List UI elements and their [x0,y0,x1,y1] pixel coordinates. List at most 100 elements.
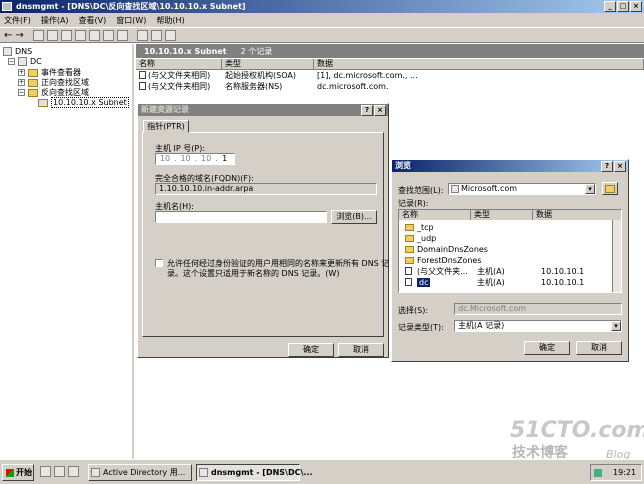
cancel-button[interactable]: 取消 [576,341,622,355]
column-data[interactable]: 数据 [314,59,644,70]
dialog-close-button[interactable]: × [614,161,626,172]
records-label: 记录(R): [398,199,429,208]
quicklaunch-icon[interactable] [68,466,79,477]
export-icon[interactable] [102,29,114,41]
table-row[interactable]: (与父文件夹相同) 名称服务器(NS) dc.microsoft.com. [136,81,514,92]
record-icon [139,71,146,79]
folder-icon [405,223,414,231]
task-active-directory[interactable]: Active Directory 用... [88,464,192,481]
column-data[interactable]: 数据 [533,210,611,220]
collapse-icon[interactable]: − [8,58,15,65]
console-tree: DNS − DC + 事件查看器 + 正向查找区域 − 反向查找区域 10.10… [0,44,134,459]
expand-icon[interactable]: + [18,79,25,86]
menu-file[interactable]: 文件(F) [4,15,31,26]
domain-icon [451,185,459,193]
zone-icon[interactable] [164,29,176,41]
folder-icon [405,234,414,242]
column-name[interactable]: 名称 [399,210,471,220]
folder-icon [28,78,38,87]
help-button[interactable]: ? [361,105,373,116]
menu-action[interactable]: 操作(A) [41,15,69,26]
menu-help[interactable]: 帮助(H) [156,15,184,26]
cancel-button[interactable]: 取消 [338,343,384,357]
refresh-icon[interactable] [88,29,100,41]
up-folder-button[interactable] [602,182,618,195]
selection-field: dc.Microsoft.com [454,303,622,315]
column-name[interactable]: 名称 [136,59,222,70]
tree-item-dns[interactable]: DNS [3,47,32,56]
dns-app-icon [2,2,12,11]
server-icon[interactable] [136,29,148,41]
selection-label: 选择(S): [398,306,429,315]
new-record-dialog: 新建资源记录 ? × 指针(PTR) 主机 IP 号(P): 10. 10. 1… [137,103,389,358]
list-item[interactable]: _udp [405,233,436,243]
browse-button[interactable]: 浏览(B)... [331,210,377,224]
list-item-selected[interactable]: dc 主机(A) 10.10.10.1 [405,277,584,287]
table-row[interactable]: (与父文件夹相同) 起始授权机构(SOA) [1], dc.microsoft.… [136,70,514,81]
zone-title: 10.10.10.x Subnet [144,46,227,56]
records-list[interactable]: 名称 类型 数据 _tcp _udp DomainDnsZones Forest… [398,209,622,293]
allow-update-text-2: 录。这个设置只适用于新名称的 DNS 记录。(W) [167,269,340,278]
collapse-icon[interactable]: − [18,89,25,96]
help-icon[interactable] [116,29,128,41]
tree-item-subnet[interactable]: 10.10.10.x Subnet [38,97,129,108]
column-type[interactable]: 类型 [471,210,533,220]
list-item[interactable]: DomainDnsZones [405,244,488,254]
column-type[interactable]: 类型 [222,59,314,70]
tab-ptr[interactable]: 指针(PTR) [143,120,189,133]
tab-panel: 主机 IP 号(P): 10. 10. 10. 1 完全合格的域名(FQDN)(… [142,132,389,337]
task-dnsmgmt[interactable]: dnsmgmt - [DNS\DC\... [196,464,313,481]
list-item[interactable]: _tcp [405,222,434,232]
scope-label: 查找范围(L): [398,186,444,195]
taskbar: 开始 Active Directory 用... dnsmgmt - [DNS\… [0,459,644,484]
chevron-down-icon[interactable]: ▾ [611,321,621,331]
record-icon [405,278,412,286]
record-type-select[interactable]: 主机(A 记录) ▾ [454,320,622,332]
ok-button[interactable]: 确定 [524,341,570,355]
menu-bar: 文件(F) 操作(A) 查看(V) 窗口(W) 帮助(H) [0,13,644,27]
window-title-bar[interactable]: dnsmgmt - [DNS\DC\反向查找区域\10.10.10.x Subn… [0,0,644,13]
menu-window[interactable]: 窗口(W) [116,15,146,26]
window-title: dnsmgmt - [DNS\DC\反向查找区域\10.10.10.x Subn… [16,2,246,11]
scope-select[interactable]: Microsoft.com ▾ [448,183,596,195]
help-button[interactable]: ? [601,161,613,172]
dns-icon [3,47,12,56]
ok-button[interactable]: 确定 [288,343,334,357]
list-item[interactable]: ForestDnsZones [405,255,481,265]
browse-title-bar[interactable]: 浏览 ? × [392,160,628,172]
zone-folder-icon [38,98,48,107]
minimize-button[interactable]: _ [604,1,616,12]
fqdn-field: 1.10.10.10.in-addr.arpa [155,183,377,195]
up-folder-icon[interactable] [32,29,44,41]
start-button[interactable]: 开始 [2,464,34,481]
maximize-button[interactable]: □ [617,1,629,12]
close-button[interactable]: × [630,1,642,12]
watermark-brand: 51CTO.com [510,418,644,443]
dialog-close-button[interactable]: × [374,105,386,116]
show-tree-icon[interactable] [46,29,58,41]
ip-address-input[interactable]: 10. 10. 10. 1 [155,153,235,165]
ad-icon [91,468,100,477]
hostname-input[interactable] [155,211,327,223]
back-icon[interactable]: ← [4,30,12,41]
network-icon[interactable] [594,469,602,477]
new-record-title-bar[interactable]: 新建资源记录 ? × [138,104,388,116]
list-item[interactable]: (与父文件夹... 主机(A) 10.10.10.1 [405,266,584,276]
forward-icon[interactable]: → [15,30,23,41]
vertical-scrollbar[interactable] [612,220,621,292]
properties-icon[interactable] [74,29,86,41]
show-desktop-icon[interactable] [40,466,51,477]
expand-icon[interactable]: + [18,69,25,76]
clock[interactable]: 19:21 [613,468,636,477]
record-icon[interactable] [150,29,162,41]
server-node-icon [18,57,27,66]
toolbar: ← → [0,27,644,43]
chevron-down-icon[interactable]: ▾ [585,184,595,194]
ie-icon[interactable] [54,466,65,477]
allow-update-checkbox[interactable] [155,259,163,267]
delete-icon[interactable] [60,29,72,41]
record-icon [139,82,146,90]
record-count: 2 个记录 [240,46,273,56]
tree-item-dc[interactable]: − DC [8,57,42,66]
menu-view[interactable]: 查看(V) [79,15,107,26]
